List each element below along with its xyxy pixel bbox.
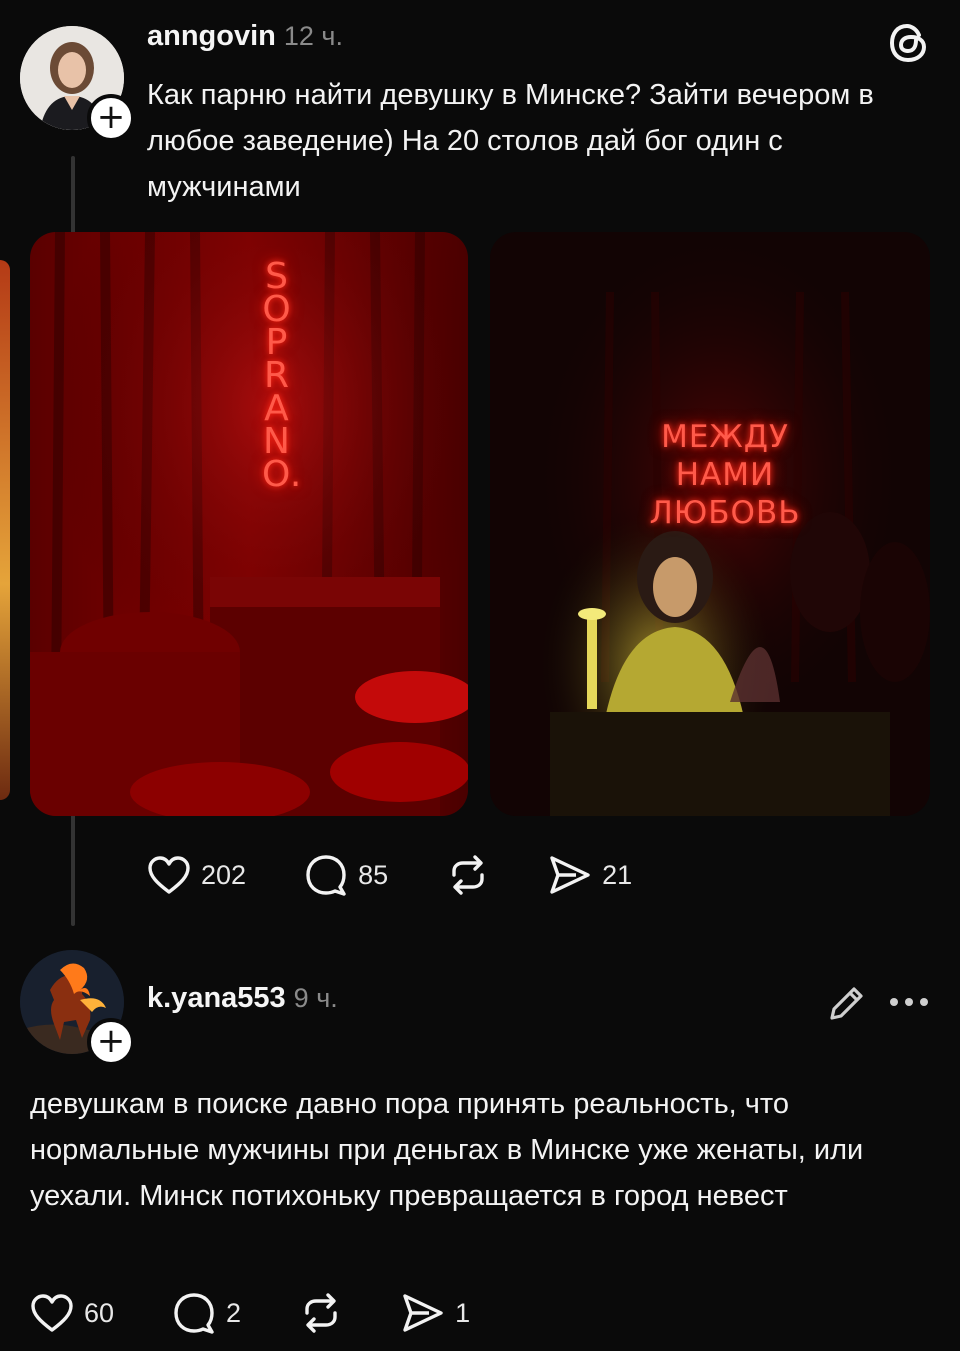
- reply-username[interactable]: k.yana553: [147, 982, 286, 1014]
- previous-image-edge[interactable]: [0, 260, 10, 800]
- reply-repost-button[interactable]: [299, 1291, 343, 1335]
- reply-reply-button[interactable]: 2: [172, 1291, 241, 1335]
- heart-icon: [147, 855, 191, 895]
- post-header: anngovin 12 ч.: [147, 20, 343, 53]
- like-count: 202: [201, 859, 247, 890]
- repost-button[interactable]: [446, 853, 490, 897]
- reply-time: 9 ч.: [293, 983, 338, 1013]
- repost-icon: [446, 853, 490, 897]
- like-button[interactable]: 202: [147, 855, 246, 895]
- post-time: 12 ч.: [283, 21, 343, 51]
- reply-button[interactable]: 85: [304, 853, 388, 897]
- threads-icon[interactable]: [886, 20, 932, 71]
- reply-like-count: 60: [84, 1297, 115, 1328]
- send-icon: [548, 854, 592, 896]
- comment-icon: [172, 1291, 216, 1335]
- reply-actions: 60 2 1: [30, 1290, 528, 1336]
- repost-icon: [299, 1291, 343, 1335]
- neon-sign-line-3: ЛЮБОВЬ: [649, 495, 801, 531]
- pencil-icon[interactable]: [826, 982, 868, 1029]
- reply-count: 85: [358, 859, 389, 890]
- comment-icon: [304, 853, 348, 897]
- reply-reply-count: 2: [226, 1297, 242, 1328]
- post-image-1[interactable]: SOPRANO.: [30, 232, 468, 816]
- reply-like-button[interactable]: 60: [30, 1293, 114, 1333]
- post-image-2[interactable]: МЕЖДУ НАМИ ЛЮБОВЬ: [490, 232, 930, 816]
- post-username[interactable]: anngovin: [147, 20, 276, 52]
- reply-follow-plus-button[interactable]: +: [87, 1018, 135, 1066]
- send-icon: [401, 1292, 445, 1334]
- soprano-neon-sign: SOPRANO.: [262, 256, 303, 495]
- reply-share-count: 1: [455, 1297, 471, 1328]
- reply-text: девушкам в поиске давно пора принять реа…: [30, 1088, 864, 1212]
- share-button[interactable]: 21: [548, 854, 632, 896]
- post-actions: 202 85 21: [147, 852, 690, 898]
- follow-plus-button[interactable]: +: [87, 94, 135, 142]
- neon-sign-text: МЕЖДУ НАМИ ЛЮБОВЬ: [630, 418, 820, 532]
- share-count: 21: [602, 859, 633, 890]
- reply-header: k.yana553 9 ч.: [147, 982, 338, 1015]
- neon-sign-line-2: НАМИ: [675, 457, 775, 493]
- reply-share-button[interactable]: 1: [401, 1292, 470, 1334]
- heart-icon: [30, 1293, 74, 1333]
- neon-sign-line-1: МЕЖДУ: [661, 419, 789, 455]
- post-text: Как парню найти девушку в Минске? Зайти …: [147, 79, 874, 203]
- more-icon[interactable]: [888, 994, 930, 1015]
